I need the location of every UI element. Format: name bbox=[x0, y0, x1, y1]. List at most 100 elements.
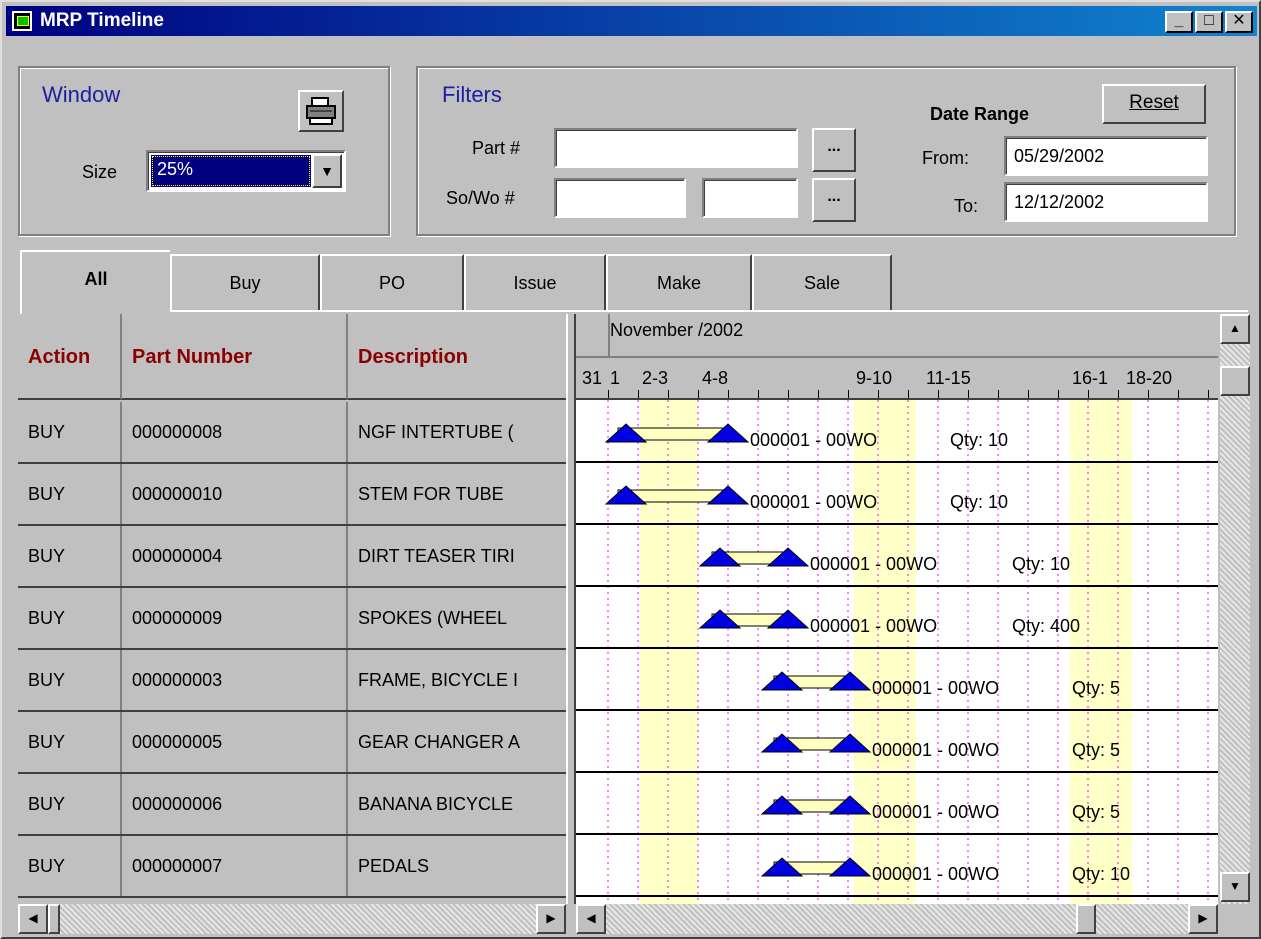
vertical-scrollbar[interactable]: ▲ ▼ bbox=[1220, 314, 1250, 904]
cell-action: BUY bbox=[18, 836, 122, 896]
close-button[interactable]: ✕ bbox=[1225, 11, 1253, 33]
table-row[interactable]: BUY 000000008 NGF INTERTUBE ( bbox=[18, 402, 566, 464]
maximize-button[interactable]: □ bbox=[1195, 11, 1223, 33]
table-row[interactable]: BUY 000000003 FRAME, BICYCLE I bbox=[18, 650, 566, 712]
timeline-tick-mark bbox=[1088, 390, 1089, 398]
cell-desc: GEAR CHANGER A bbox=[358, 732, 521, 752]
sowo-browse-button[interactable]: ... bbox=[812, 178, 856, 222]
tab-make[interactable]: Make bbox=[606, 254, 752, 310]
tab-sale[interactable]: Sale bbox=[752, 254, 892, 310]
cell-desc: STEM FOR TUBE bbox=[358, 484, 504, 504]
print-button[interactable] bbox=[298, 90, 344, 132]
title-bar[interactable]: MRP Timeline _ □ ✕ bbox=[6, 6, 1257, 36]
cell-action: BUY bbox=[18, 464, 122, 524]
grid-header: Action Part Number Description bbox=[18, 314, 566, 400]
cell-part: 000000010 bbox=[122, 464, 348, 524]
qty-label: Qty: 400 bbox=[1012, 616, 1080, 636]
tab-issue[interactable]: Issue bbox=[464, 254, 606, 310]
weekend-band bbox=[854, 400, 916, 904]
timeline-month: November /2002 bbox=[610, 320, 744, 340]
timeline-tick-mark bbox=[1118, 390, 1119, 398]
cell-part: 000000007 bbox=[122, 836, 348, 896]
cell-part: 000000005 bbox=[122, 712, 348, 772]
timeline-tick-mark bbox=[938, 390, 939, 398]
order-label: 000001 - 00WO bbox=[872, 740, 999, 760]
timeline-body: 000001 - 00WO Qty: 10 000001 - 00WO Qty: 10… bbox=[576, 400, 1218, 904]
order-label: 000001 - 00WO bbox=[872, 802, 999, 822]
cell-desc: BANANA BICYCLE bbox=[358, 794, 514, 814]
minimize-button[interactable]: _ bbox=[1165, 11, 1193, 33]
order-label: 000001 - 00WO bbox=[810, 616, 937, 636]
to-date-input[interactable]: 12/12/2002 bbox=[1004, 182, 1208, 222]
tab-po[interactable]: PO bbox=[320, 254, 464, 310]
timeline-tick-mark bbox=[788, 390, 789, 398]
timeline-tick-mark bbox=[998, 390, 999, 398]
reset-button[interactable]: Reset bbox=[1102, 84, 1206, 124]
timeline-tick-mark bbox=[638, 390, 639, 398]
table-row[interactable]: BUY 000000009 SPOKES (WHEEL bbox=[18, 588, 566, 650]
window-title: MRP Timeline bbox=[40, 10, 164, 31]
size-value: 25% bbox=[151, 155, 311, 187]
timeline-header-rule bbox=[576, 356, 1218, 358]
qty-label: Qty: 10 bbox=[950, 430, 1008, 450]
part-browse-button[interactable]: ... bbox=[812, 128, 856, 172]
sowo-label: So/Wo # bbox=[446, 188, 515, 208]
timeline-horizontal-scrollbar[interactable]: ◀ ▶ bbox=[576, 904, 1218, 934]
timeline-tick-mark bbox=[668, 390, 669, 398]
timeline-tick-mark bbox=[1178, 390, 1179, 398]
timeline-tick-mark bbox=[758, 390, 759, 398]
cell-part: 000000004 bbox=[122, 526, 348, 586]
parts-grid[interactable]: Action Part Number Description BUY 000000… bbox=[18, 314, 566, 904]
to-label: To: bbox=[954, 196, 979, 216]
splitter[interactable] bbox=[566, 314, 576, 904]
cell-action: BUY bbox=[18, 402, 122, 462]
sowo-input-1[interactable] bbox=[554, 178, 686, 218]
date-range-label: Date Range bbox=[930, 104, 1030, 124]
sowo-input-2[interactable] bbox=[702, 178, 798, 218]
header-action[interactable]: Action bbox=[18, 314, 122, 400]
chevron-down-icon[interactable]: ▼ bbox=[312, 154, 342, 188]
timeline-scroll-right-button[interactable]: ▶ bbox=[1188, 904, 1218, 934]
scroll-down-button[interactable]: ▼ bbox=[1220, 872, 1250, 902]
tab-buy[interactable]: Buy bbox=[170, 254, 320, 310]
part-number-input[interactable] bbox=[554, 128, 798, 168]
timeline-tick-label: 4-8 bbox=[702, 368, 729, 388]
grid-horizontal-scrollbar[interactable]: ◀ ▶ bbox=[18, 904, 566, 934]
grid-scroll-left-button[interactable]: ◀ bbox=[18, 904, 48, 934]
table-row[interactable]: BUY 000000004 DIRT TEASER TIRI bbox=[18, 526, 566, 588]
header-description[interactable]: Description bbox=[348, 314, 566, 400]
table-row[interactable]: BUY 000000010 STEM FOR TUBE bbox=[18, 464, 566, 526]
table-row[interactable]: BUY 000000005 GEAR CHANGER A bbox=[18, 712, 566, 774]
part-number-label: Part # bbox=[472, 138, 521, 158]
timeline-tick-mark bbox=[698, 390, 699, 398]
timeline-tick-label: 9-10 bbox=[856, 368, 893, 388]
from-date-input[interactable]: 05/29/2002 bbox=[1004, 136, 1208, 176]
tab-strip-line bbox=[170, 310, 1248, 312]
header-part-number[interactable]: Part Number bbox=[122, 314, 348, 400]
timeline-tick-mark bbox=[1058, 390, 1059, 398]
vertical-scroll-thumb[interactable] bbox=[1220, 366, 1250, 396]
size-label: Size bbox=[82, 162, 118, 182]
grid-scroll-thumb[interactable] bbox=[48, 904, 60, 934]
cell-desc: DIRT TEASER TIRI bbox=[358, 546, 515, 566]
timeline-tick-label: 2-3 bbox=[642, 368, 669, 388]
table-row[interactable]: BUY 000000006 BANANA BICYCLE bbox=[18, 774, 566, 836]
grid-scroll-right-button[interactable]: ▶ bbox=[536, 904, 566, 934]
table-row[interactable]: BUY 000000007 PEDALS bbox=[18, 836, 566, 898]
timeline-tick-mark bbox=[1208, 390, 1209, 398]
cell-desc: SPOKES (WHEEL bbox=[358, 608, 508, 628]
weekend-band bbox=[1070, 400, 1132, 904]
qty-label: Qty: 5 bbox=[1072, 802, 1120, 822]
cell-desc: PEDALS bbox=[358, 856, 430, 876]
timeline-scroll-thumb[interactable] bbox=[1076, 904, 1096, 934]
app-icon bbox=[12, 11, 32, 31]
qty-label: Qty: 10 bbox=[950, 492, 1008, 512]
tab-all[interactable]: All bbox=[20, 250, 170, 314]
timeline-scroll-left-button[interactable]: ◀ bbox=[576, 904, 606, 934]
size-combobox[interactable]: 25% ▼ bbox=[146, 150, 346, 192]
scroll-up-button[interactable]: ▲ bbox=[1220, 314, 1250, 344]
qty-label: Qty: 10 bbox=[1012, 554, 1070, 574]
timeline-chart[interactable]: November /2002 31 1 2-3 4-8 9-10 11-15 16-1 18-… bbox=[576, 314, 1218, 904]
timeline-tick-label: 16-1 bbox=[1072, 368, 1109, 388]
filters-group-label: Filters bbox=[442, 82, 502, 107]
